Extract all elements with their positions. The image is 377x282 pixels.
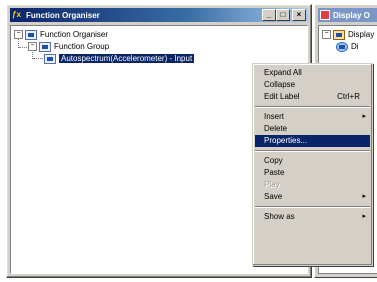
minimize-button[interactable]: _ xyxy=(262,9,276,21)
menu-separator xyxy=(255,206,370,208)
title-bar[interactable]: ƒx Function Organiser _ □ × xyxy=(10,8,308,22)
tree-node-function-group[interactable]: − Function Group xyxy=(28,41,109,52)
menu-item-label: Play xyxy=(264,180,280,189)
submenu-arrow-icon: ▸ xyxy=(362,193,366,200)
menu-separator xyxy=(255,150,370,152)
display-item-icon xyxy=(336,41,348,52)
menu-item-insert[interactable]: Insert ▸ xyxy=(255,111,370,123)
collapse-toggle[interactable]: − xyxy=(28,42,37,51)
window-title: Function Organiser xyxy=(26,10,100,20)
tree-node-label: Di xyxy=(351,42,359,51)
folder-icon xyxy=(39,41,51,52)
app-icon: ƒx xyxy=(12,10,21,19)
menu-item-label: Paste xyxy=(264,168,285,177)
shortcut-label: Ctrl+R xyxy=(337,92,360,101)
menu-item-label: Properties... xyxy=(264,136,308,145)
context-menu: Expand All Collapse Edit Label Ctrl+R Ins… xyxy=(252,63,373,266)
tree-node-label: Autospectrum(Accelerometer) - Input xyxy=(59,54,195,63)
menu-item-collapse[interactable]: Collapse xyxy=(255,79,370,91)
display-app-icon xyxy=(320,10,330,20)
tree-node-label: Function Group xyxy=(54,42,110,51)
tree-node-label: Display xyxy=(348,30,375,39)
tree-node-root[interactable]: − Function Organiser xyxy=(14,29,108,40)
tree-connector xyxy=(33,58,43,59)
submenu-arrow-icon: ▸ xyxy=(362,213,366,220)
folder-icon xyxy=(25,29,37,40)
tree-connector xyxy=(19,47,27,48)
menu-item-label: Expand All xyxy=(264,68,302,77)
menu-item-play: Play xyxy=(255,179,370,191)
menu-item-label: Insert xyxy=(264,112,285,121)
menu-item-label: Delete xyxy=(264,124,288,133)
title-bar[interactable]: Display O xyxy=(318,8,377,22)
menu-item-delete[interactable]: Delete xyxy=(255,123,370,135)
window-controls: _ □ × xyxy=(262,9,306,21)
collapse-toggle[interactable]: − xyxy=(322,30,331,39)
menu-item-save[interactable]: Save ▸ xyxy=(255,191,370,203)
menu-item-label: Collapse xyxy=(264,80,296,89)
menu-separator xyxy=(255,106,370,108)
function-icon xyxy=(44,53,56,64)
menu-item-label: Show as xyxy=(264,212,295,221)
tree-node-display[interactable]: − Display xyxy=(322,29,374,40)
collapse-toggle[interactable]: − xyxy=(14,30,23,39)
submenu-arrow-icon: ▸ xyxy=(362,113,366,120)
menu-item-copy[interactable]: Copy xyxy=(255,155,370,167)
menu-item-label: Edit Label xyxy=(264,92,300,101)
tree-node-label: Function Organiser xyxy=(40,30,109,39)
menu-item-expand-all[interactable]: Expand All xyxy=(255,67,370,79)
menu-item-show-as[interactable]: Show as ▸ xyxy=(255,211,370,223)
close-button[interactable]: × xyxy=(292,9,306,21)
window-title: Display O xyxy=(333,10,370,20)
menu-item-properties[interactable]: Properties... xyxy=(255,135,370,147)
display-icon xyxy=(333,29,345,40)
maximize-button[interactable]: □ xyxy=(276,9,290,21)
menu-item-label: Copy xyxy=(264,156,283,165)
menu-item-paste[interactable]: Paste xyxy=(255,167,370,179)
tree-node-autospectrum[interactable]: Autospectrum(Accelerometer) - Input xyxy=(44,53,195,64)
menu-item-edit-label[interactable]: Edit Label Ctrl+R xyxy=(255,91,370,103)
menu-item-label: Save xyxy=(264,192,283,201)
tree-node-display-child[interactable]: Di xyxy=(336,41,359,52)
